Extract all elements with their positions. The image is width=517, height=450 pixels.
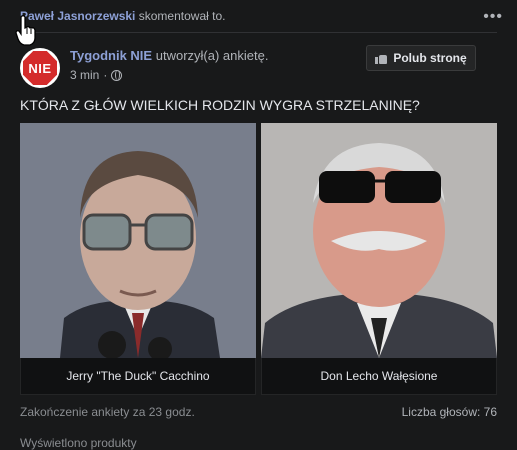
- partial-text: Wyświetlono produkty: [20, 436, 137, 450]
- post-meta: 3 min ·: [70, 68, 123, 82]
- like-page-button[interactable]: Polub stronę: [366, 45, 476, 71]
- activity-user-link[interactable]: Paweł Jasnorzewski: [20, 9, 135, 23]
- poll-vote-count[interactable]: Liczba głosów: 76: [402, 405, 497, 419]
- poll-option-2-label[interactable]: Don Lecho Wałęsione: [261, 358, 497, 395]
- more-options-icon[interactable]: •••: [483, 8, 503, 26]
- poll-end-time: Zakończenie ankiety za 23 godz.: [20, 405, 195, 419]
- poll-option-1-photo[interactable]: [20, 123, 256, 358]
- thumbs-up-icon: [375, 53, 388, 64]
- poll-option-1[interactable]: Jerry "The Duck" Cacchino: [20, 123, 256, 395]
- globe-icon: [111, 69, 123, 81]
- poll-question: KTÓRA Z GŁÓW WIELKICH RODZIN WYGRA STRZE…: [20, 97, 420, 113]
- divider: [20, 32, 497, 33]
- stop-sign-logo: NIE: [23, 51, 57, 85]
- post-action-text: utworzył(a) ankietę.: [155, 48, 269, 63]
- page-name-link[interactable]: Tygodnik NIE: [70, 48, 152, 63]
- poll-option-2-photo[interactable]: [261, 123, 497, 358]
- page-avatar[interactable]: NIE: [20, 48, 60, 88]
- post-header: Tygodnik NIE utworzył(a) ankietę.: [70, 48, 268, 63]
- activity-line: Paweł Jasnorzewski skomentował to.: [20, 9, 225, 23]
- avatar-logo-text: NIE: [28, 60, 52, 76]
- meta-dot: ·: [103, 68, 108, 82]
- activity-action-text: skomentował to.: [138, 9, 226, 23]
- poll-option-2[interactable]: Don Lecho Wałęsione: [261, 123, 497, 395]
- post-time[interactable]: 3 min: [70, 68, 99, 82]
- like-page-label: Polub stronę: [393, 51, 467, 65]
- poll-option-1-label[interactable]: Jerry "The Duck" Cacchino: [20, 358, 256, 395]
